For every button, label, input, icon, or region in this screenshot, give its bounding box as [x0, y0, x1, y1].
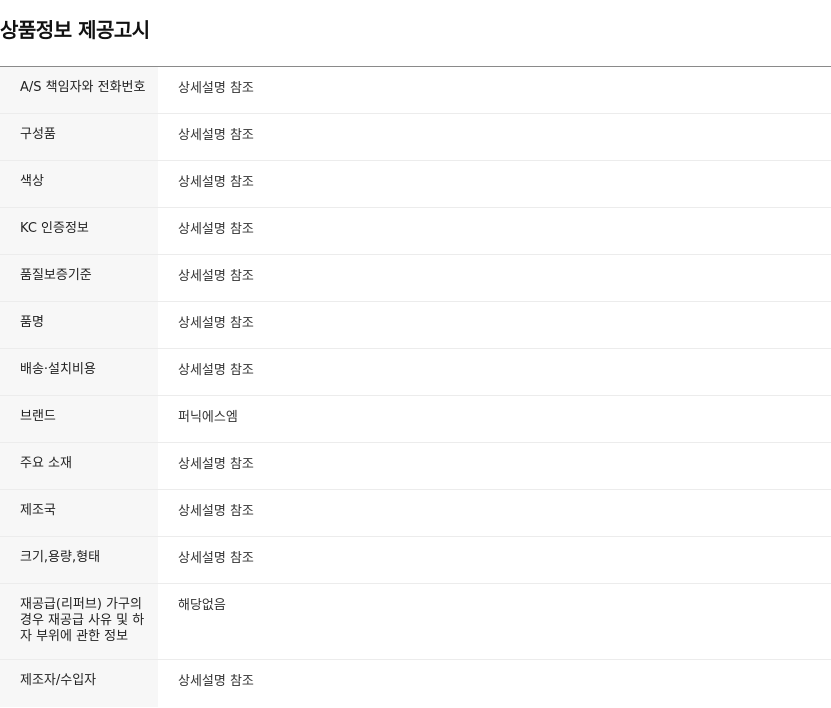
table-row: 크기,용량,형태 상세설명 참조	[0, 537, 831, 584]
table-row: 구성품 상세설명 참조	[0, 114, 831, 161]
row-label: 색상	[0, 161, 158, 207]
row-value: 상세설명 참조	[178, 175, 254, 190]
row-value: 상세설명 참조	[178, 457, 254, 472]
row-label: 품명	[0, 302, 158, 348]
row-label: 배송·설치비용	[0, 349, 158, 395]
row-label: 구성품	[0, 114, 158, 160]
row-label: 주요 소재	[0, 443, 158, 489]
table-row: 주요 소재 상세설명 참조	[0, 443, 831, 490]
row-label: KC 인증정보	[0, 208, 158, 254]
table-row: 제조국 상세설명 참조	[0, 490, 831, 537]
row-value: 상세설명 참조	[178, 128, 254, 143]
table-row: KC 인증정보 상세설명 참조	[0, 208, 831, 255]
row-value: 상세설명 참조	[178, 269, 254, 284]
row-value: 해당없음	[178, 598, 226, 613]
table-row: 품질보증기준 상세설명 참조	[0, 255, 831, 302]
row-label: 재공급(리퍼브) 가구의 경우 재공급 사유 및 하자 부위에 관한 정보	[0, 584, 158, 659]
table-row: 색상 상세설명 참조	[0, 161, 831, 208]
table-row: 배송·설치비용 상세설명 참조	[0, 349, 831, 396]
row-value: 상세설명 참조	[178, 504, 254, 519]
table-row: 브랜드 퍼닉에스엠	[0, 396, 831, 443]
row-value: 상세설명 참조	[178, 81, 254, 96]
row-label: 제조국	[0, 490, 158, 536]
row-label: A/S 책임자와 전화번호	[0, 67, 158, 113]
row-label: 품질보증기준	[0, 255, 158, 301]
row-label: 제조자/수입자	[0, 660, 158, 707]
product-info-notice-page: 상품정보 제공고시 A/S 책임자와 전화번호 상세설명 참조 구성품 상세설명…	[0, 0, 831, 708]
table-row: 품명 상세설명 참조	[0, 302, 831, 349]
table-row: 제조자/수입자 상세설명 참조	[0, 660, 831, 707]
row-value: 퍼닉에스엠	[178, 410, 238, 425]
product-info-table: A/S 책임자와 전화번호 상세설명 참조 구성품 상세설명 참조 색상 상세설…	[0, 67, 831, 707]
row-label: 크기,용량,형태	[0, 537, 158, 583]
table-row: 재공급(리퍼브) 가구의 경우 재공급 사유 및 하자 부위에 관한 정보 해당…	[0, 584, 831, 660]
row-value: 상세설명 참조	[178, 674, 254, 689]
row-value: 상세설명 참조	[178, 222, 254, 237]
page-title: 상품정보 제공고시	[0, 18, 150, 42]
row-value: 상세설명 참조	[178, 363, 254, 378]
row-value: 상세설명 참조	[178, 551, 254, 566]
row-value: 상세설명 참조	[178, 316, 254, 331]
row-label: 브랜드	[0, 396, 158, 442]
table-row: A/S 책임자와 전화번호 상세설명 참조	[0, 67, 831, 114]
